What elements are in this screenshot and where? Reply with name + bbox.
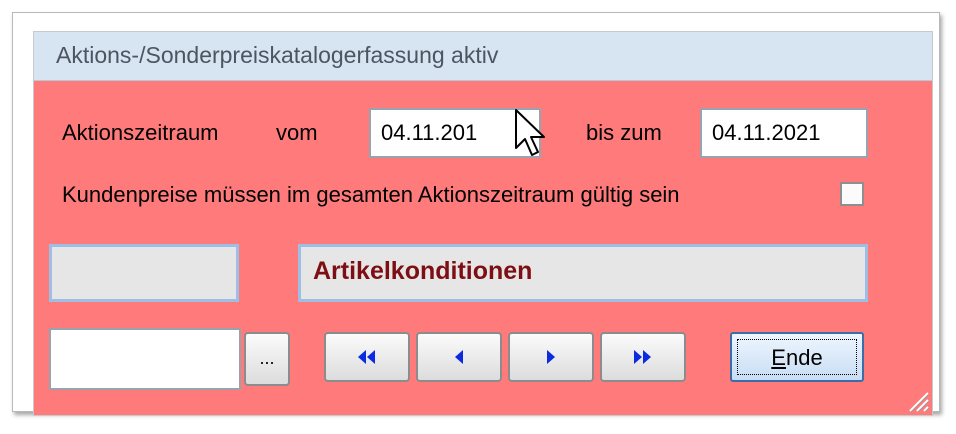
window-title: Aktions-/Sonderpreiskatalogerfassung akt…	[56, 42, 499, 68]
browse-button[interactable]: ...	[244, 332, 290, 386]
dialog-window: Aktions-/Sonderpreiskatalogerfassung akt…	[12, 12, 940, 416]
validity-checkbox[interactable]	[840, 182, 864, 206]
first-record-button[interactable]	[324, 332, 410, 382]
previous-record-icon	[455, 350, 463, 364]
record-input[interactable]	[49, 328, 241, 390]
end-button-rest: nde	[785, 345, 823, 370]
condition-code-box	[49, 244, 239, 302]
previous-record-button[interactable]	[416, 332, 502, 382]
resize-grip-icon[interactable]	[900, 383, 930, 413]
to-label: bis zum	[586, 120, 662, 145]
end-button[interactable]: Ende	[730, 332, 864, 382]
end-button-mnemonic: E	[771, 345, 786, 370]
last-record-icon	[634, 350, 651, 364]
to-date-field[interactable]: 04.11.2021	[700, 108, 868, 158]
next-record-button[interactable]	[508, 332, 594, 382]
conditions-title-box: Artikelkonditionen	[298, 244, 868, 302]
from-label: vom	[276, 120, 318, 145]
title-bar: Aktions-/Sonderpreiskatalogerfassung akt…	[34, 32, 932, 81]
form-panel: Aktions-/Sonderpreiskatalogerfassung akt…	[33, 31, 933, 416]
period-label: Aktionszeitraum	[62, 120, 219, 145]
validity-label: Kundenpreise müssen im gesamten Aktionsz…	[62, 182, 680, 207]
end-button-label: Ende	[737, 339, 857, 375]
conditions-title: Artikelkonditionen	[313, 257, 533, 285]
first-record-icon	[358, 350, 375, 364]
browse-button-label: ...	[259, 348, 275, 368]
mouse-cursor-icon	[515, 109, 545, 156]
last-record-button[interactable]	[600, 332, 686, 382]
next-record-icon	[547, 350, 555, 364]
